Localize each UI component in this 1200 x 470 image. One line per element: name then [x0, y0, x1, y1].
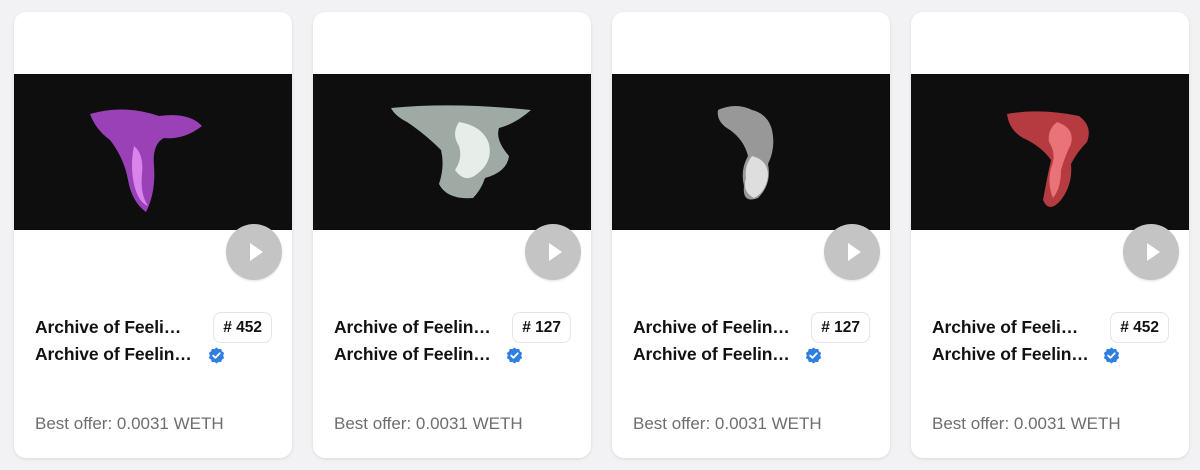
item-title[interactable]: Archive of Feelin…	[35, 344, 193, 365]
smoke-artwork	[391, 105, 531, 199]
collection-title[interactable]: Archive of Feelin…	[633, 317, 791, 338]
nft-media[interactable]	[14, 74, 292, 230]
nft-card-grid: Archive of Feeli… # 452 Archive of Feeli…	[0, 0, 1200, 470]
token-number-badge[interactable]: # 452	[213, 312, 272, 343]
token-number-badge[interactable]: # 452	[1110, 312, 1169, 343]
collection-title[interactable]: Archive of Feeli…	[932, 317, 1090, 338]
token-number-badge[interactable]: # 127	[811, 312, 870, 343]
item-title[interactable]: Archive of Feelin…	[932, 344, 1090, 365]
nft-media[interactable]	[612, 74, 890, 230]
play-button[interactable]	[226, 224, 282, 280]
collection-title[interactable]: Archive of Feelin…	[334, 317, 492, 338]
best-offer-label: Best offer: 0.0031 WETH	[633, 414, 822, 433]
nft-card[interactable]: Archive of Feeli… # 452 Archive of Feeli…	[911, 12, 1189, 458]
nft-media[interactable]	[911, 74, 1189, 230]
play-button[interactable]	[824, 224, 880, 280]
item-title[interactable]: Archive of Feelin…	[633, 344, 791, 365]
play-button[interactable]	[1123, 224, 1179, 280]
nft-card[interactable]: Archive of Feelin… # 127 Archive of Feel…	[612, 12, 890, 458]
nft-card[interactable]: Archive of Feeli… # 452 Archive of Feeli…	[14, 12, 292, 458]
play-icon	[549, 243, 562, 261]
item-title[interactable]: Archive of Feelin…	[334, 344, 492, 365]
verified-badge-icon	[506, 347, 523, 364]
best-offer-label: Best offer: 0.0031 WETH	[35, 414, 224, 433]
nft-media[interactable]	[313, 74, 591, 230]
verified-badge-icon	[1103, 347, 1120, 364]
collection-title[interactable]: Archive of Feeli…	[35, 317, 193, 338]
smoke-artwork	[90, 109, 202, 212]
best-offer-label: Best offer: 0.0031 WETH	[932, 414, 1121, 433]
token-number-badge[interactable]: # 127	[512, 312, 571, 343]
smoke-artwork	[717, 106, 774, 200]
play-icon	[848, 243, 861, 261]
play-icon	[250, 243, 263, 261]
verified-badge-icon	[208, 347, 225, 364]
smoke-artwork	[1007, 111, 1089, 207]
best-offer-label: Best offer: 0.0031 WETH	[334, 414, 523, 433]
play-button[interactable]	[525, 224, 581, 280]
nft-card[interactable]: Archive of Feelin… # 127 Archive of Feel…	[313, 12, 591, 458]
play-icon	[1147, 243, 1160, 261]
verified-badge-icon	[805, 347, 822, 364]
